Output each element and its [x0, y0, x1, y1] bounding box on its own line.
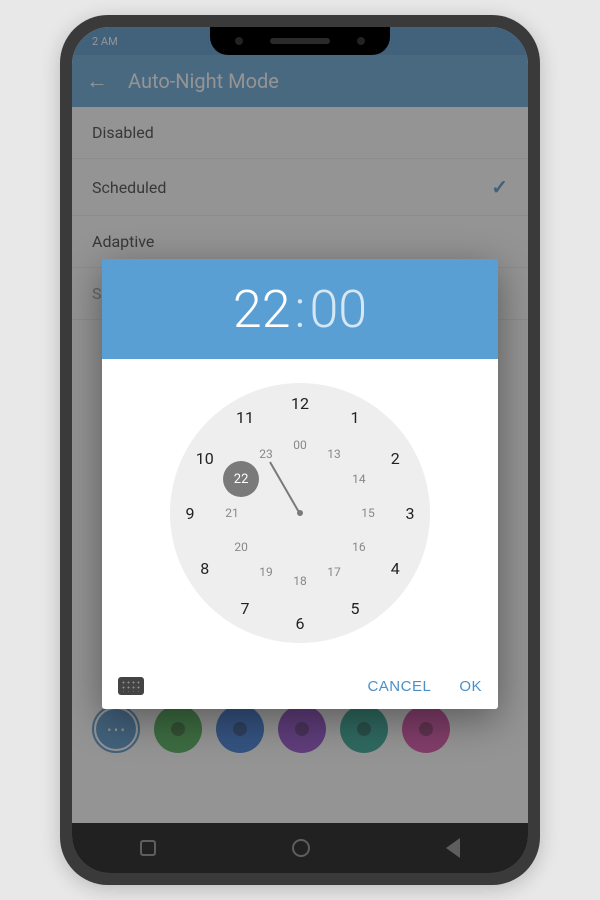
time-colon: :: [295, 279, 306, 340]
clock-hour-10[interactable]: 10: [191, 444, 219, 472]
clock-hour-00[interactable]: 00: [286, 431, 314, 459]
phone-notch: [210, 27, 390, 55]
clock-hour-2[interactable]: 2: [381, 444, 409, 472]
clock-center: [297, 510, 303, 516]
clock-hour-20[interactable]: 20: [227, 533, 255, 561]
clock-hour-8[interactable]: 8: [191, 554, 219, 582]
clock-hour-11[interactable]: 11: [231, 404, 259, 432]
phone-frame: 2 AM ← Auto-Night Mode Disabled Schedule…: [60, 15, 540, 885]
clock-hour-18[interactable]: 18: [286, 567, 314, 595]
clock-face[interactable]: 121234567891011001314151617181920212223: [170, 383, 430, 643]
clock-hour-12[interactable]: 12: [286, 389, 314, 417]
clock-hour-13[interactable]: 13: [320, 440, 348, 468]
clock-hour-3[interactable]: 3: [396, 499, 424, 527]
clock-hour-23[interactable]: 23: [252, 440, 280, 468]
time-picker-dialog: 22 : 00 12123456789101100131415161718192…: [102, 259, 498, 709]
clock-hour-6[interactable]: 6: [286, 609, 314, 637]
time-hour[interactable]: 22: [233, 279, 291, 340]
time-minute[interactable]: 00: [309, 279, 367, 340]
clock-hour-1[interactable]: 1: [341, 404, 369, 432]
clock-hour-17[interactable]: 17: [320, 558, 348, 586]
keyboard-icon[interactable]: [118, 677, 144, 695]
clock-hour-9[interactable]: 9: [176, 499, 204, 527]
clock-hour-19[interactable]: 19: [252, 558, 280, 586]
clock-hour-5[interactable]: 5: [341, 594, 369, 622]
clock-hour-4[interactable]: 4: [381, 554, 409, 582]
clock-hour-7[interactable]: 7: [231, 594, 259, 622]
clock-hour-16[interactable]: 16: [345, 533, 373, 561]
cancel-button[interactable]: CANCEL: [367, 678, 431, 695]
ok-button[interactable]: OK: [459, 678, 482, 695]
clock-hand: [269, 462, 301, 515]
clock-hour-14[interactable]: 14: [345, 465, 373, 493]
time-display: 22 : 00: [102, 259, 498, 359]
clock-hour-15[interactable]: 15: [354, 499, 382, 527]
clock-hour-21[interactable]: 21: [218, 499, 246, 527]
